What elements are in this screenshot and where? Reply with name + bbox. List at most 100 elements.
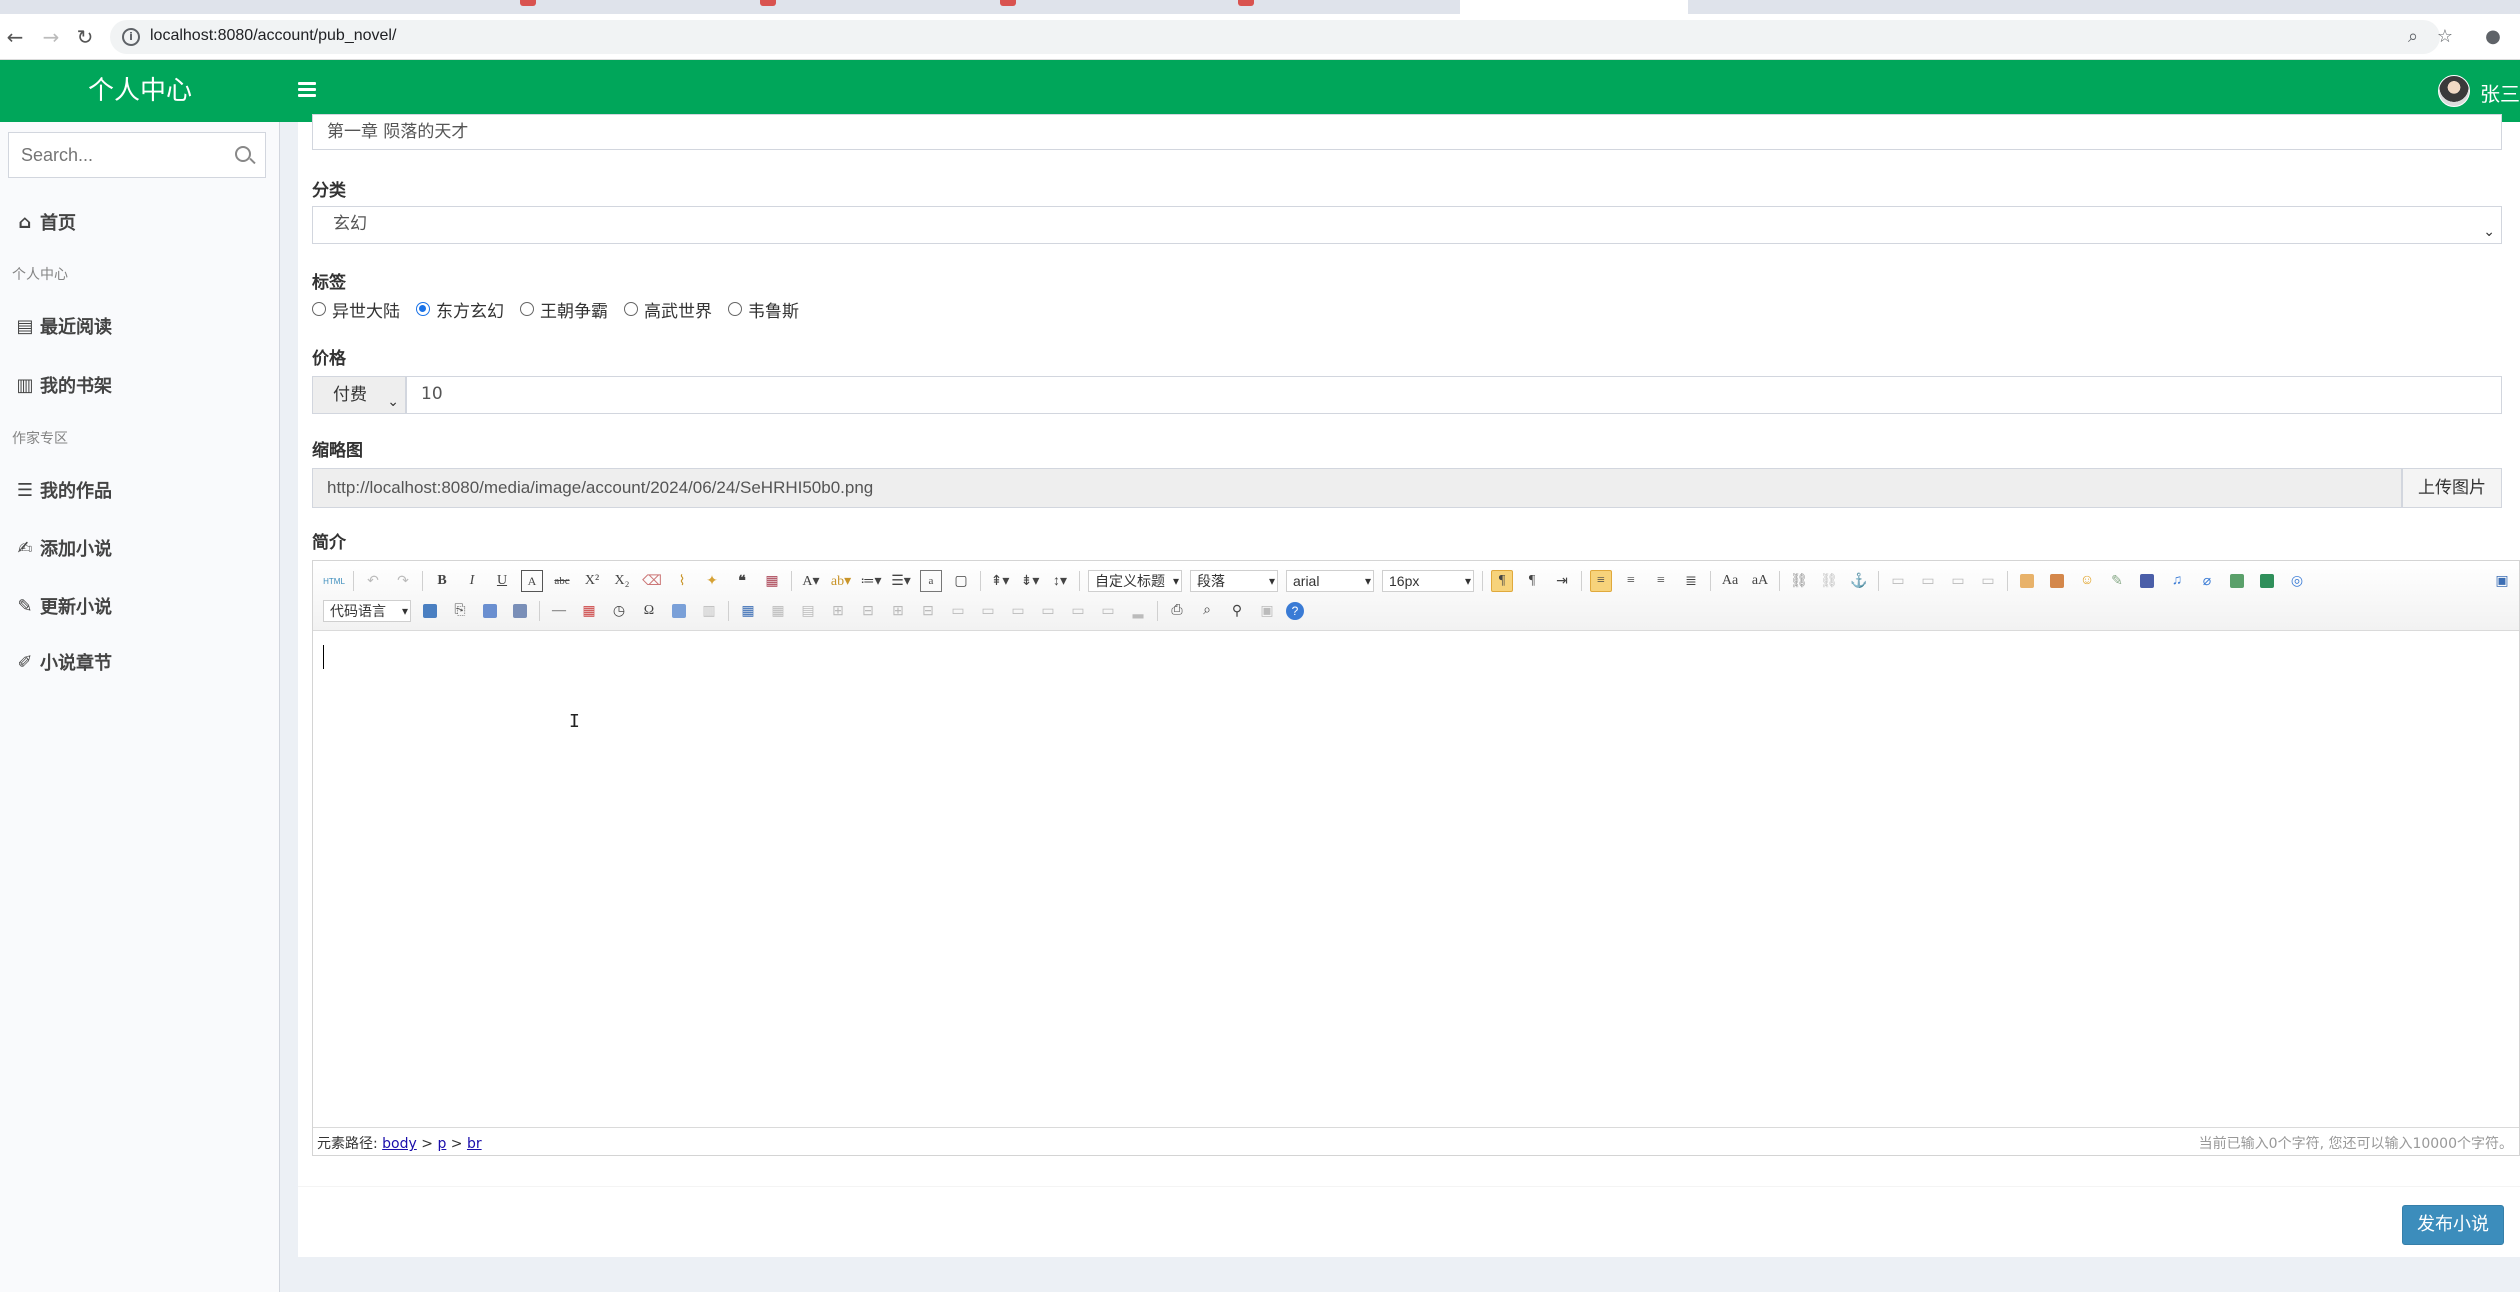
align-right-icon[interactable]: ≡ <box>1650 570 1672 592</box>
scrawl-icon[interactable]: ✎ <box>2106 570 2128 592</box>
delete-col-icon[interactable]: ⊟ <box>917 600 939 622</box>
bookmark-star-icon[interactable]: ☆ <box>2432 24 2458 50</box>
code-language-select[interactable]: 代码语言 <box>323 600 411 622</box>
tab-favicon[interactable] <box>1238 0 1254 6</box>
delete-table-icon[interactable]: ▦ <box>767 600 789 622</box>
format-brush-icon[interactable]: ⌇ <box>671 570 693 592</box>
emotion-icon[interactable]: ☺ <box>2076 570 2098 592</box>
help-icon[interactable]: ? <box>1286 602 1304 620</box>
horizontal-rule-icon[interactable]: — <box>548 600 570 622</box>
search-replace-icon[interactable]: ⚲ <box>1226 600 1248 622</box>
thumbnail-url-input[interactable]: http://localhost:8080/media/image/accoun… <box>312 468 2402 508</box>
ltr-direction-icon[interactable]: ¶ <box>1491 570 1513 592</box>
radio-button[interactable] <box>728 302 742 316</box>
insert-image-icon[interactable] <box>2050 574 2064 588</box>
wordimage-icon[interactable] <box>672 604 686 618</box>
split-cols-icon[interactable]: ▭ <box>1097 600 1119 622</box>
unordered-list-icon[interactable]: ☰▾ <box>890 570 912 592</box>
eraser-icon[interactable]: ⌫ <box>641 570 663 592</box>
tab-favicon[interactable] <box>760 0 776 6</box>
align-left-icon[interactable]: ≡ <box>1590 570 1612 592</box>
lowercase-icon[interactable]: aA <box>1749 570 1771 592</box>
upload-image-button[interactable]: 上传图片 <box>2402 468 2502 508</box>
indent-icon[interactable]: ⇥ <box>1551 570 1573 592</box>
tag-option[interactable]: 高武世界 <box>624 297 712 322</box>
merge-right-icon[interactable]: ▭ <box>977 600 999 622</box>
sidebar-item-add-novel[interactable]: ✍ 添加小说 <box>0 526 280 570</box>
underline-icon[interactable]: U <box>491 570 513 592</box>
row-spacing-bottom-icon[interactable]: ⇟▾ <box>1019 570 1041 592</box>
select-all-icon[interactable]: a <box>920 570 942 592</box>
font-border-icon[interactable]: A <box>521 570 543 592</box>
highlight-color-icon[interactable]: ab▾ <box>830 570 852 592</box>
time-icon[interactable]: ◷ <box>608 600 630 622</box>
hamburger-menu-icon[interactable] <box>298 82 316 98</box>
line-height-icon[interactable]: ↕▾ <box>1049 570 1071 592</box>
url-field[interactable]: i localhost:8080/account/pub_novel/ <box>110 20 2440 54</box>
custom-title-select[interactable]: 自定义标题 <box>1088 570 1182 592</box>
simple-upload-icon[interactable] <box>2020 574 2034 588</box>
preview-icon[interactable]: ⌕ <box>1196 600 1218 622</box>
editor-content-area[interactable]: I <box>313 631 2519 1127</box>
uppercase-icon[interactable]: Aa <box>1719 570 1741 592</box>
app-logo[interactable]: 个人中心 <box>0 60 280 122</box>
sidebar-item-my-works[interactable]: ☰ 我的作品 <box>0 468 280 512</box>
split-cells-icon[interactable]: ▭ <box>1037 600 1059 622</box>
drafts-icon[interactable]: ▣ <box>1256 600 1278 622</box>
delete-row-icon[interactable]: ⊟ <box>857 600 879 622</box>
publish-novel-button[interactable]: 发布小说 <box>2402 1205 2504 1245</box>
sidebar-item-chapters[interactable]: ✐ 小说章节 <box>0 640 280 684</box>
radio-button-checked[interactable] <box>416 302 430 316</box>
url-text[interactable]: localhost:8080/account/pub_novel/ <box>150 27 396 45</box>
radio-button[interactable] <box>520 302 534 316</box>
image-none-icon[interactable]: ▭ <box>1887 570 1909 592</box>
tag-option[interactable]: 东方玄幻 <box>416 297 504 322</box>
clear-doc-icon[interactable]: ▢ <box>950 570 972 592</box>
split-rows-icon[interactable]: ▭ <box>1067 600 1089 622</box>
undo-icon[interactable]: ↶ <box>362 570 384 592</box>
tab-favicon[interactable] <box>1000 0 1016 6</box>
row-spacing-top-icon[interactable]: ⇞▾ <box>989 570 1011 592</box>
insert-table-icon[interactable]: ▦ <box>737 600 759 622</box>
forward-icon[interactable]: → <box>38 24 64 50</box>
tag-option[interactable]: 异世大陆 <box>312 297 400 322</box>
search-icon[interactable] <box>235 146 251 162</box>
profile-icon[interactable]: ● <box>2480 24 2506 50</box>
search-input[interactable] <box>9 133 219 177</box>
background-icon[interactable] <box>513 604 527 618</box>
snapshot-icon[interactable]: ▥ <box>698 600 720 622</box>
map-icon[interactable] <box>2230 574 2244 588</box>
html-source-button[interactable]: HTML <box>323 570 345 592</box>
tag-option[interactable]: 韦鲁斯 <box>728 297 799 322</box>
insert-paragraph-before-table-icon[interactable]: ▤ <box>797 600 819 622</box>
path-p-link[interactable]: p <box>437 1136 446 1152</box>
chart-icon[interactable]: ▂ <box>1127 600 1149 622</box>
insert-col-icon[interactable]: ⊞ <box>887 600 909 622</box>
sidebar-item-recent-reading[interactable]: ▤ 最近阅读 <box>0 304 280 348</box>
font-size-select[interactable]: 16px <box>1382 570 1474 592</box>
active-tab[interactable] <box>1460 0 1688 14</box>
merge-cells-icon[interactable]: ▭ <box>947 600 969 622</box>
rtl-direction-icon[interactable]: ¶ <box>1521 570 1543 592</box>
special-chars-icon[interactable]: Ω <box>638 600 660 622</box>
insert-frame-icon[interactable]: ◎ <box>2286 570 2308 592</box>
google-map-icon[interactable] <box>2260 574 2274 588</box>
price-input[interactable]: 10 <box>406 376 2502 414</box>
font-color-icon[interactable]: A▾ <box>800 570 822 592</box>
tag-option[interactable]: 王朝争霸 <box>520 297 608 322</box>
template-icon[interactable] <box>483 604 497 618</box>
merge-down-icon[interactable]: ▭ <box>1007 600 1029 622</box>
radio-button[interactable] <box>624 302 638 316</box>
zoom-icon[interactable]: ⌕ <box>2400 24 2426 50</box>
user-name[interactable]: 张三 <box>2480 78 2520 107</box>
sidebar-item-bookshelf[interactable]: ▥ 我的书架 <box>0 363 280 407</box>
link-icon[interactable]: ⛓ <box>1788 570 1810 592</box>
back-icon[interactable]: ← <box>2 24 28 50</box>
price-type-select[interactable]: 付费 ⌄ <box>312 376 406 414</box>
reload-icon[interactable]: ↻ <box>72 24 98 50</box>
image-center-icon[interactable]: ▭ <box>1977 570 1999 592</box>
radio-button[interactable] <box>312 302 326 316</box>
bold-icon[interactable]: B <box>431 570 453 592</box>
paragraph-format-select[interactable]: 段落 <box>1190 570 1278 592</box>
title-input[interactable]: 第一章 陨落的天才 <box>312 114 2502 150</box>
